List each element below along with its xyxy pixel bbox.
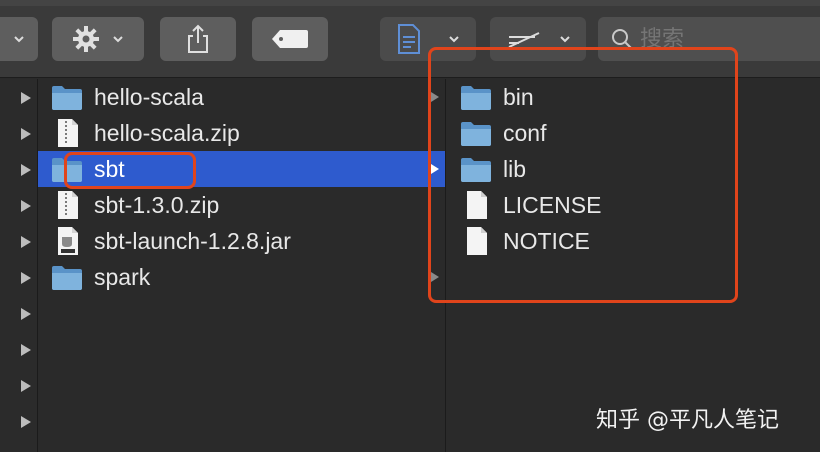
disclosure-arrow-icon (431, 164, 439, 174)
search-field[interactable] (598, 17, 820, 61)
folder-icon (52, 158, 82, 182)
disclosure-arrow-icon (21, 344, 31, 356)
document-file-icon (467, 191, 487, 219)
folder-icon (52, 86, 82, 110)
disclosure-arrow-icon (21, 164, 31, 176)
view-options-icon (508, 32, 540, 48)
disclosure-arrow-icon (21, 380, 31, 392)
item-name: sbt (94, 156, 125, 182)
toolbar (0, 0, 820, 78)
item-name: lib (503, 156, 527, 182)
jar-file-icon (58, 227, 78, 255)
share-icon (188, 24, 208, 53)
back-menu-button[interactable] (0, 17, 38, 61)
disclosure-arrow-icon (21, 416, 31, 428)
item-name: sbt-launch-1.2.8.jar (94, 228, 291, 254)
list-item-notice[interactable]: NOTICE (447, 223, 820, 259)
list-item-spark[interactable]: spark (38, 259, 445, 295)
item-name: LICENSE (503, 192, 602, 218)
disclosure-arrow-icon (21, 128, 31, 140)
disclosure-arrow-icon (21, 92, 31, 104)
share-button[interactable] (160, 17, 236, 61)
chevron-down-icon (560, 36, 570, 43)
disclosure-arrow-icon (431, 92, 439, 102)
contents-column[interactable]: bin conf lib LICENSE NOTICE (447, 79, 820, 452)
tag-button[interactable] (252, 17, 328, 61)
search-input[interactable] (640, 26, 800, 52)
arrange-button[interactable] (380, 17, 476, 61)
item-name: sbt-1.3.0.zip (94, 192, 220, 218)
disclosure-arrow-icon (431, 272, 439, 282)
folder-icon (461, 158, 491, 182)
document-icon (398, 24, 420, 54)
zip-file-icon (58, 119, 78, 147)
folder-icon (461, 86, 491, 110)
list-item-bin[interactable]: bin (447, 79, 820, 115)
list-item-hello-scala[interactable]: hello-scala (38, 79, 445, 115)
view-options-button[interactable] (490, 17, 586, 61)
toolbar-top-strip (0, 0, 820, 6)
list-item-lib[interactable]: lib (447, 151, 820, 187)
item-name: hello-scala.zip (94, 120, 240, 146)
disclosure-arrow-icon (21, 308, 31, 320)
item-name: hello-scala (94, 84, 204, 110)
item-name: NOTICE (503, 228, 590, 254)
list-item-sbt-launch-jar[interactable]: sbt-launch-1.2.8.jar (38, 223, 445, 259)
disclosure-arrow-icon (21, 272, 31, 284)
search-icon (612, 29, 632, 49)
document-file-icon (467, 227, 487, 255)
list-item-sbt[interactable]: sbt (38, 151, 445, 187)
tag-icon (272, 30, 308, 48)
chevron-down-icon (113, 36, 123, 43)
chevron-down-icon (449, 36, 459, 43)
disclosure-arrow-icon (21, 236, 31, 248)
list-item-sbt-zip[interactable]: sbt-1.3.0.zip (38, 187, 445, 223)
zip-file-icon (58, 191, 78, 219)
list-item-hello-scala-zip[interactable]: hello-scala.zip (38, 115, 445, 151)
item-name: bin (503, 84, 534, 110)
chevron-down-icon (14, 36, 24, 43)
item-name: spark (94, 264, 151, 290)
folder-icon (52, 266, 82, 290)
list-item-license[interactable]: LICENSE (447, 187, 820, 223)
disclosure-arrow-icon (21, 200, 31, 212)
parent-column[interactable] (0, 79, 38, 452)
action-button[interactable] (52, 17, 144, 61)
middle-column[interactable]: hello-scala hello-scala.zip sbt sbt-1.3.… (38, 79, 446, 452)
item-name: conf (503, 120, 547, 146)
list-item-conf[interactable]: conf (447, 115, 820, 151)
watermark-text: 知乎 @平凡人笔记 (596, 408, 779, 433)
gear-icon (73, 26, 99, 52)
folder-icon (461, 122, 491, 146)
